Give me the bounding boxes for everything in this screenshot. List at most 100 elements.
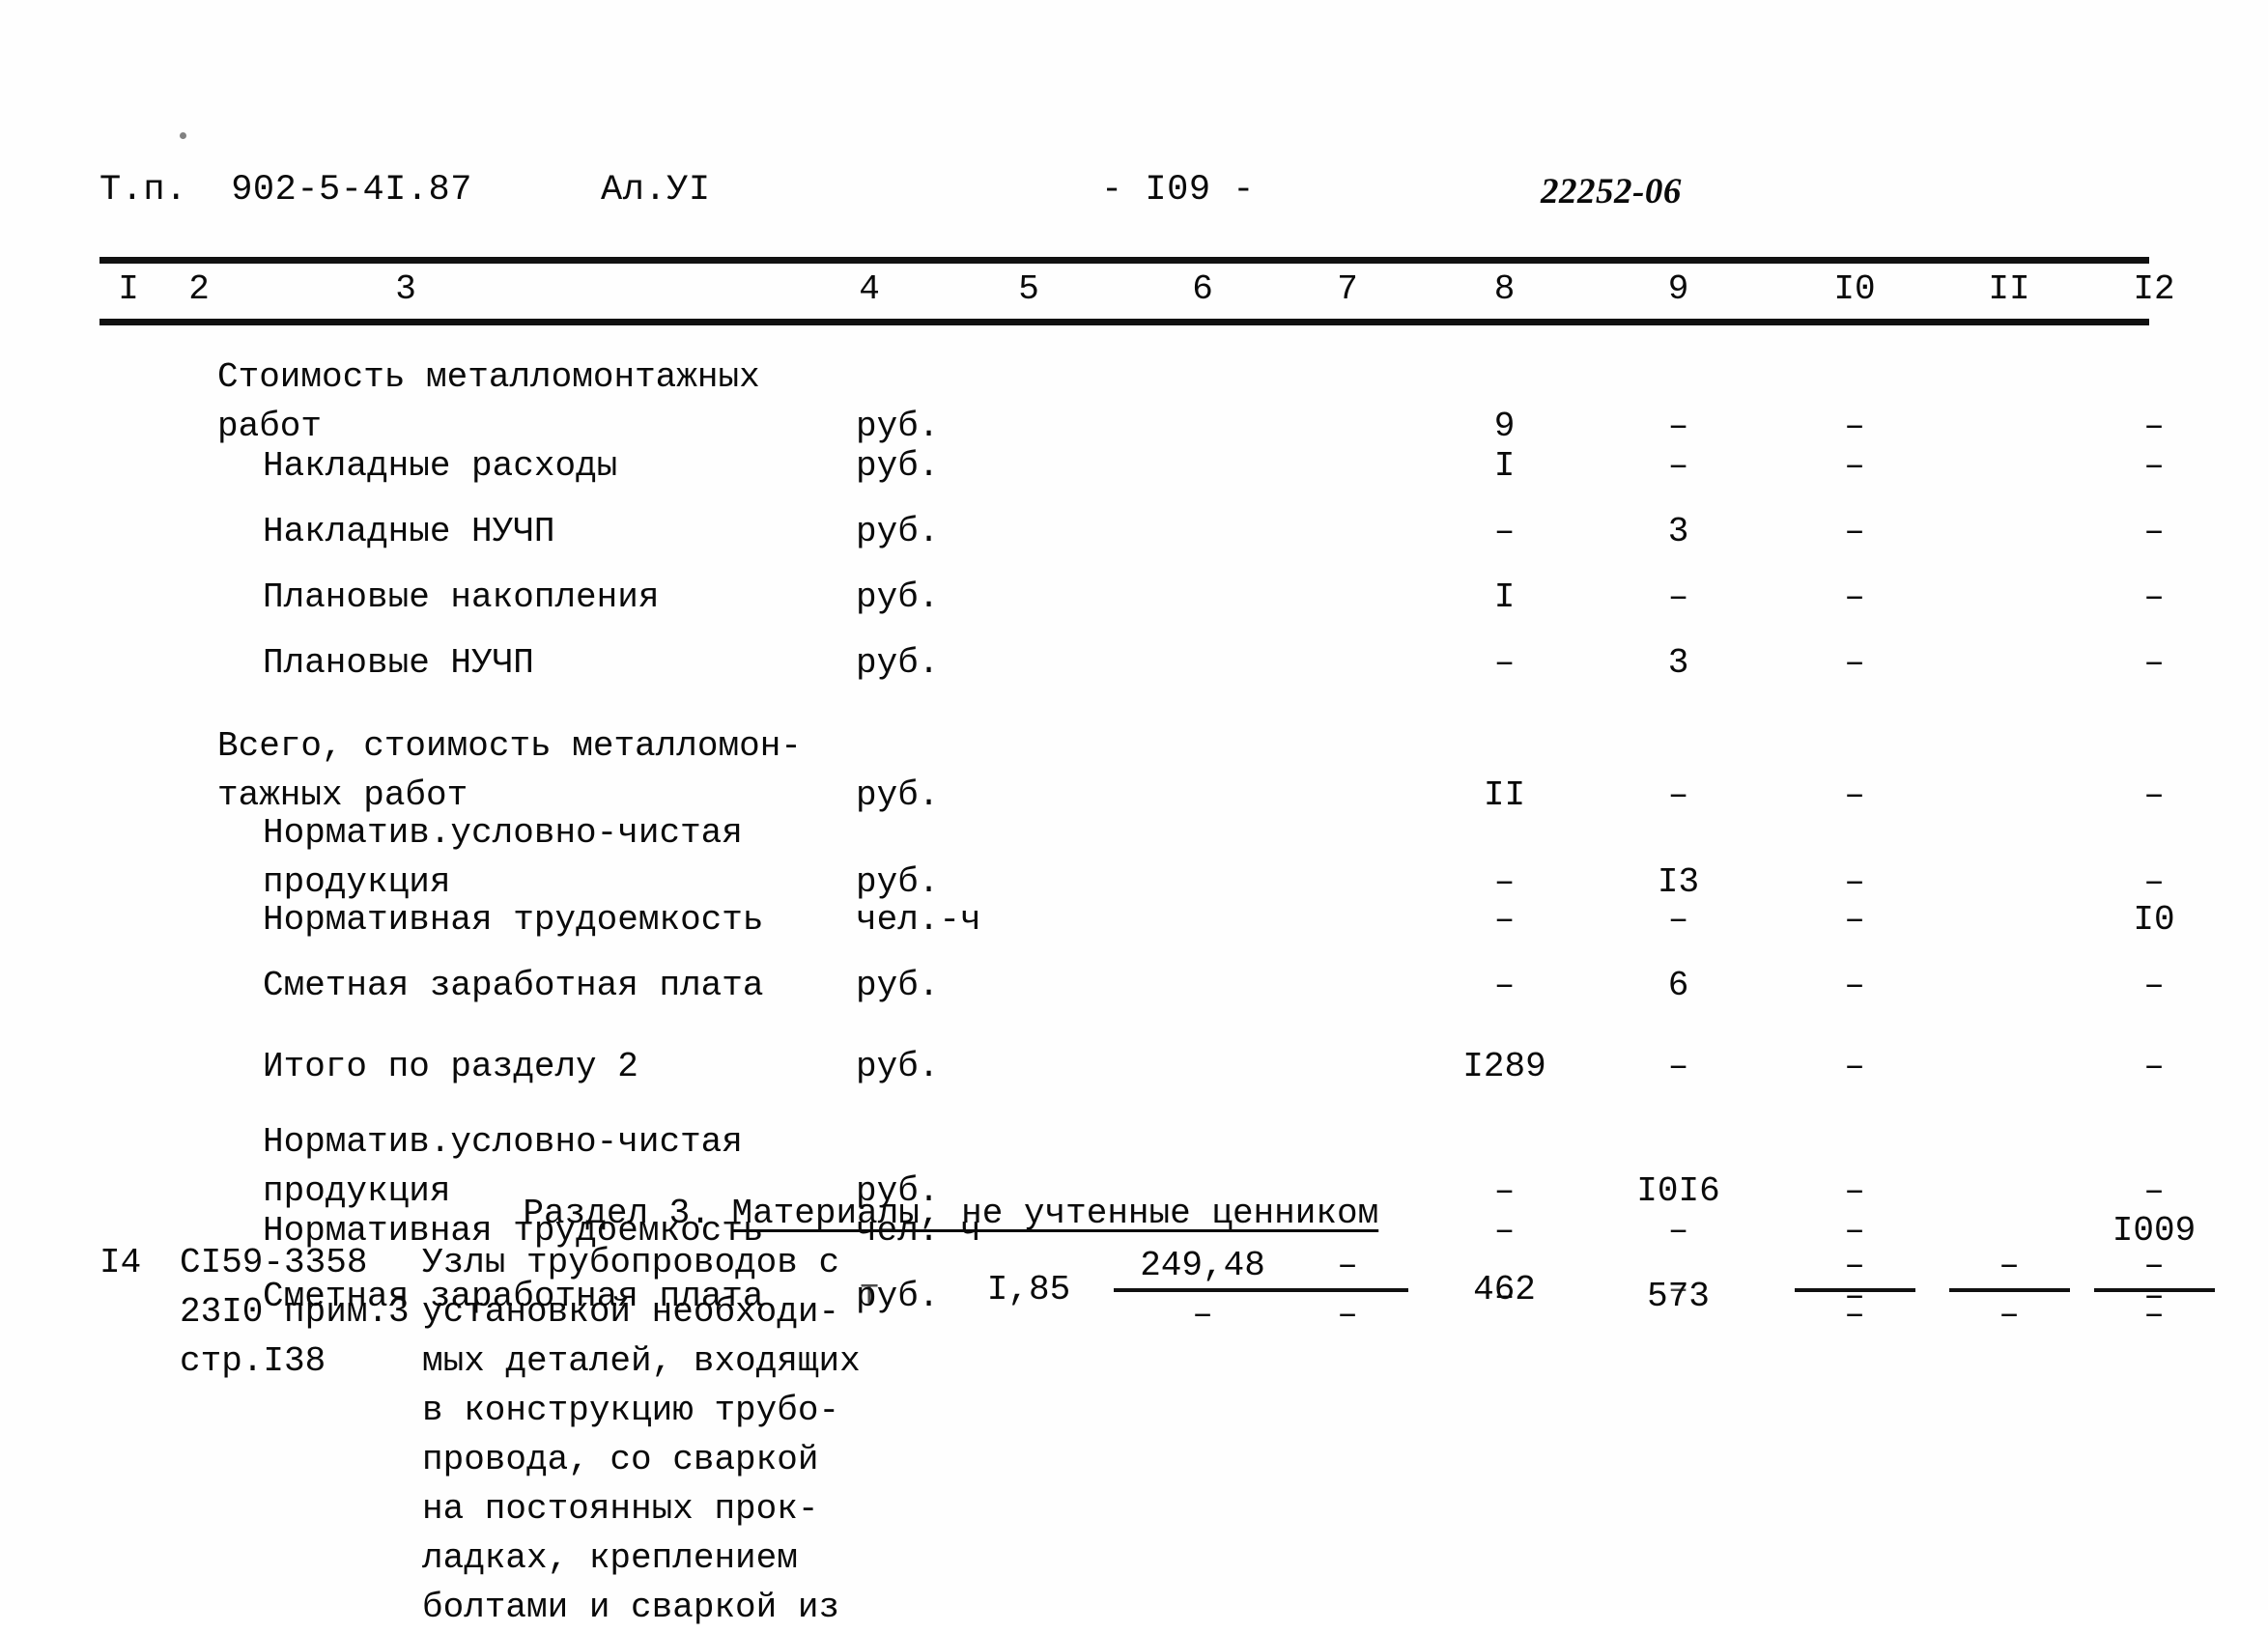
material-row-col11-numerator: –: [1999, 1246, 2020, 1285]
row-value-c10: –: [1844, 775, 1865, 815]
row-value-c8: I: [1493, 446, 1516, 486]
row-unit: руб.: [856, 577, 940, 617]
row-value-c9: –: [1667, 1047, 1689, 1086]
row-value-c8: –: [1493, 1211, 1516, 1251]
row-unit: руб.: [856, 643, 940, 683]
document-page: Т.п. 902-5-4I.87 Ал.УI - I09 - 22252-06 …: [0, 0, 2268, 1627]
row-value-c12: –: [2143, 446, 2165, 486]
scan-speck-artifact: [180, 132, 186, 139]
material-row-col12-denominator: –: [2143, 1295, 2165, 1335]
material-row-col12-fraction: – –: [2067, 1246, 2241, 1336]
row-description: Накладные НУЧП: [263, 512, 555, 551]
section-underlined-label: Материалы, не учтенные ценником: [731, 1194, 1379, 1233]
material-row-number: I4: [99, 1243, 142, 1282]
material-row-code: СI59-3358 23I0 прим.3 стр.I38: [180, 1243, 410, 1381]
row-unit: руб.: [856, 966, 940, 1005]
row-unit: руб.: [856, 512, 940, 551]
material-row-col11-fraction: – –: [1932, 1246, 2086, 1336]
header-album: Ал.УI: [601, 170, 711, 211]
row-value-c10: –: [1844, 446, 1865, 486]
material-row-unit: т: [859, 1274, 880, 1313]
row-value-c10: –: [1844, 512, 1865, 551]
row-value-c12: –: [2143, 1047, 2165, 1086]
row-value-c12: I0: [2133, 900, 2175, 940]
row-value-c12: –: [2143, 643, 2165, 683]
row-unit: руб.: [856, 1047, 940, 1086]
row-value-c8: I: [1493, 577, 1516, 617]
row-unit: чел.-ч: [856, 900, 981, 940]
material-row-total: 462: [1473, 1270, 1536, 1309]
header-doc-code: 22252-06: [1541, 172, 1682, 211]
column-number-4: 4: [859, 269, 880, 309]
material-row-col9: –: [1667, 1270, 1689, 1309]
material-row-price-denominator: –: [1192, 1295, 1213, 1335]
row-description: Стоимость металломонтажных работ: [217, 357, 760, 446]
table-bottom-rule: [99, 319, 2149, 325]
column-number-9: 9: [1667, 269, 1689, 309]
fraction-bar: [1113, 1288, 1292, 1292]
table-top-rule: [99, 257, 2149, 264]
row-description: Сметная заработная плата: [263, 966, 764, 1005]
row-value-c10: –: [1844, 966, 1865, 1005]
row-unit: руб.: [856, 446, 940, 486]
row-description: Норматив.условно-чистая продукция: [263, 813, 743, 902]
column-number-7: 7: [1337, 269, 1358, 309]
row-value-c9: –: [1667, 1211, 1689, 1251]
material-row-col7-numerator: –: [1337, 1246, 1358, 1285]
material-row-quantity: I,85: [986, 1270, 1071, 1309]
row-unit: руб.: [856, 775, 940, 815]
header-type-project: Т.п. 902-5-4I.87: [99, 170, 472, 211]
column-number-1: I: [118, 269, 139, 309]
row-value-c8: II: [1483, 775, 1526, 815]
row-value-c10: –: [1844, 577, 1865, 617]
row-value-c9: –: [1667, 446, 1689, 486]
column-number-11: II: [1988, 269, 2030, 309]
row-value-c8: –: [1493, 643, 1516, 683]
row-value-c9: 3: [1667, 512, 1689, 551]
row-value-c12: –: [2143, 775, 2165, 815]
row-description: Нормативная трудоемкость: [263, 900, 764, 940]
column-number-8: 8: [1493, 269, 1516, 309]
row-value-c8: –: [1493, 966, 1516, 1005]
fraction-bar: [1794, 1288, 1915, 1292]
row-value-c8: I289: [1462, 1047, 1546, 1086]
column-number-5: 5: [1018, 269, 1039, 309]
material-row-col12-numerator: –: [2143, 1246, 2165, 1285]
fraction-bar: [1948, 1288, 2070, 1292]
column-number-2: 2: [188, 269, 210, 309]
column-number-6: 6: [1192, 269, 1213, 309]
row-value-c12: –: [2143, 512, 2165, 551]
row-value-c9: –: [1667, 577, 1689, 617]
row-value-c10: –: [1844, 643, 1865, 683]
material-row-col10-numerator: –: [1844, 1246, 1865, 1285]
row-value-c8: –: [1493, 900, 1516, 940]
material-row-col10-fraction: – –: [1777, 1246, 1932, 1336]
column-number-3: 3: [395, 269, 416, 309]
row-value-c9: 3: [1667, 643, 1689, 683]
material-row-price-fraction: 249,48 –: [1106, 1246, 1299, 1336]
row-value-c9: –: [1667, 900, 1689, 940]
row-value-c9: 6: [1667, 966, 1689, 1005]
fraction-bar: [1287, 1288, 1408, 1292]
column-number-10: I0: [1833, 269, 1876, 309]
column-number-12: I2: [2133, 269, 2175, 309]
material-row-col11-denominator: –: [1999, 1295, 2020, 1335]
row-value-c12: –: [2143, 966, 2165, 1005]
row-value-c12: –: [2143, 577, 2165, 617]
row-description: Всего, стоимость металломон- тажных рабо…: [217, 726, 802, 815]
section-prefix: Раздел 3.: [523, 1194, 732, 1233]
material-row-price-numerator: 249,48: [1140, 1246, 1265, 1285]
row-value-c10: –: [1844, 900, 1865, 940]
material-row-col7-fraction: – –: [1275, 1246, 1420, 1336]
row-description: Накладные расходы: [263, 446, 618, 486]
document-header: Т.п. 902-5-4I.87 Ал.УI - I09 - 22252-06: [0, 169, 2268, 223]
column-number-row: I 2 3 4 5 6 7 8 9 I0 II I2: [0, 267, 2268, 317]
row-value-c10: –: [1844, 1047, 1865, 1086]
row-value-c9: –: [1667, 775, 1689, 815]
material-row-col7-denominator: –: [1337, 1295, 1358, 1335]
row-description: Плановые НУЧП: [263, 643, 534, 683]
row-description: Итого по разделу 2: [263, 1047, 638, 1086]
header-page-number: - I09 -: [1101, 170, 1255, 211]
material-row-col10-denominator: –: [1844, 1295, 1865, 1335]
row-description: Плановые накопления: [263, 577, 660, 617]
